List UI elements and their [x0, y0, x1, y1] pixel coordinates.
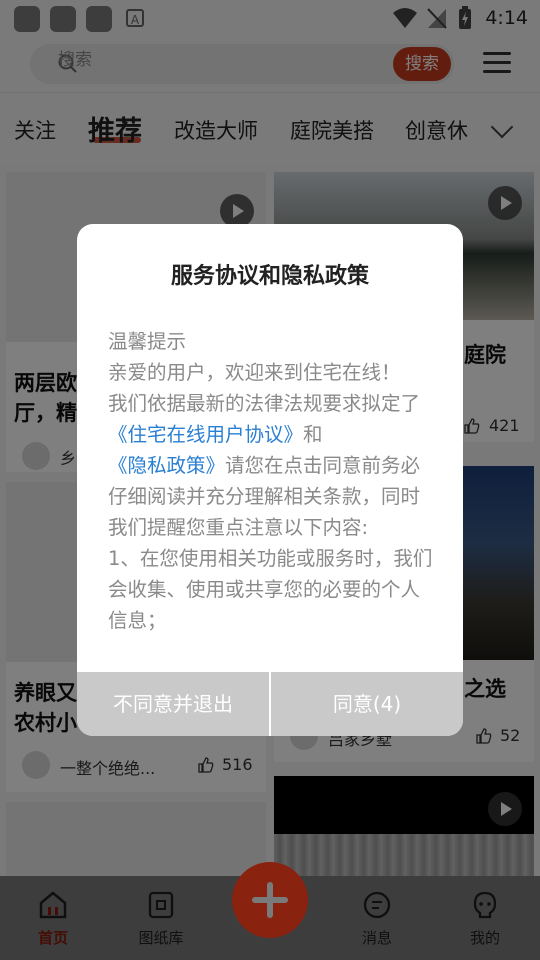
dialog-title: 服务协议和隐私政策 [170, 264, 369, 289]
dialog-body: 温馨提示 亲爱的用户，欢迎来到住宅在线！ 我们依据最新的法律法规要求拟定了《住宅… [108, 326, 438, 636]
agree-button[interactable]: 同意(4) [271, 672, 463, 736]
dialog-heading: 温馨提示 [108, 330, 187, 353]
dialog-paragraph: 亲爱的用户，欢迎来到住宅在线！ [108, 361, 401, 384]
dialog-paragraph: 1、在您使用相关功能或服务时，我们会收集、使用或共享您的必要的个人信息； [108, 547, 433, 632]
dialog-paragraph: 我们依据最新的法律法规要求拟定了《住宅在线用户协议》和《隐私政策》请您在点击同意… [108, 392, 421, 539]
user-agreement-link[interactable]: 《住宅在线用户协议》 [108, 423, 303, 446]
disagree-exit-button[interactable]: 不同意并退出 [77, 672, 269, 736]
privacy-policy-link[interactable]: 《隐私政策》 [108, 454, 225, 477]
dialog-buttons: 不同意并退出 同意(4) [77, 672, 463, 736]
create-post-button[interactable] [232, 862, 308, 938]
privacy-dialog: 服务协议和隐私政策 温馨提示 亲爱的用户，欢迎来到住宅在线！ 我们依据最新的法律… [77, 224, 463, 736]
